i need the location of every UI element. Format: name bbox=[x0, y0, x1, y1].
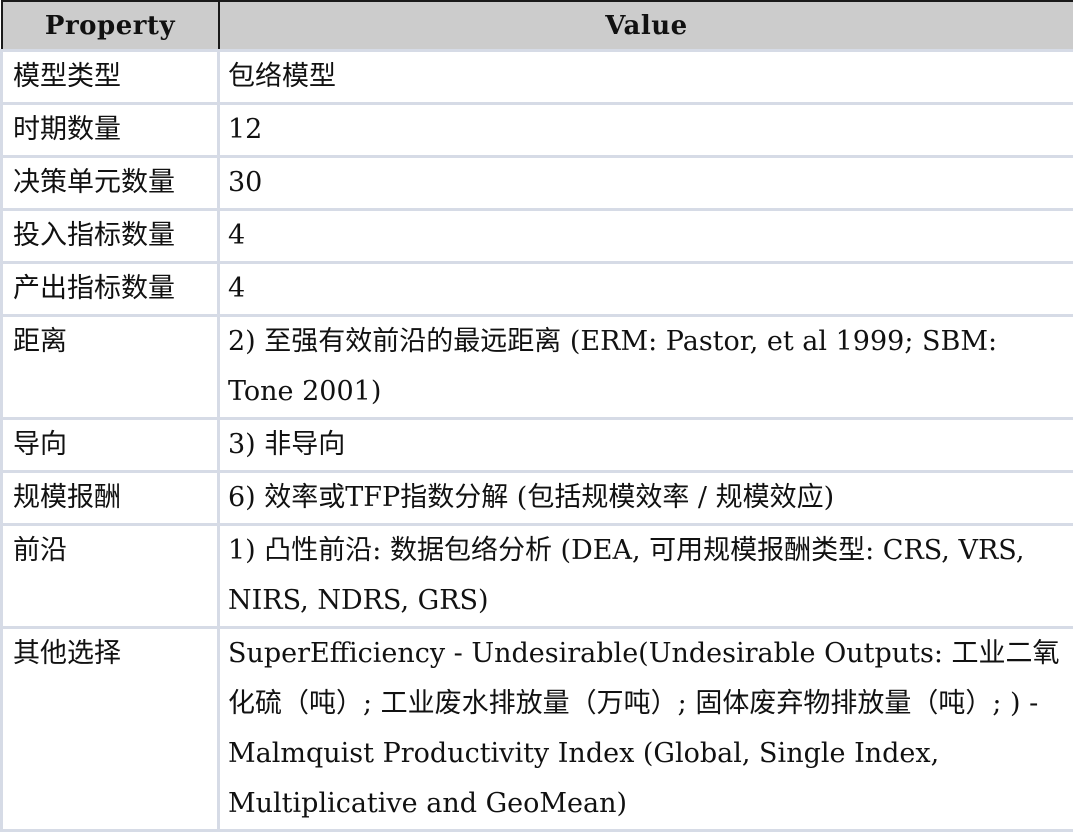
row-property: 导向 bbox=[2, 419, 219, 472]
row-value: 1) 凸性前沿: 数据包络分析 (DEA, 可用规模报酬类型: CRS, VRS… bbox=[219, 525, 1073, 628]
header-property: Property bbox=[2, 1, 219, 51]
table-row: 产出指标数量 4 bbox=[2, 263, 1073, 316]
table-row: 距离 2) 至强有效前沿的最远距离 (ERM: Pastor, et al 19… bbox=[2, 316, 1073, 419]
row-value: 4 bbox=[219, 210, 1073, 263]
table-row: 决策单元数量 30 bbox=[2, 157, 1073, 210]
row-property: 决策单元数量 bbox=[2, 157, 219, 210]
row-value: 12 bbox=[219, 104, 1073, 157]
row-value: 4 bbox=[219, 263, 1073, 316]
row-property: 模型类型 bbox=[2, 51, 219, 104]
row-value: 30 bbox=[219, 157, 1073, 210]
row-value: 3) 非导向 bbox=[219, 419, 1073, 472]
table-row: 前沿 1) 凸性前沿: 数据包络分析 (DEA, 可用规模报酬类型: CRS, … bbox=[2, 525, 1073, 628]
table-row: 导向 3) 非导向 bbox=[2, 419, 1073, 472]
table-row: 时期数量 12 bbox=[2, 104, 1073, 157]
row-value: SuperEfficiency - Undesirable(Undesirabl… bbox=[219, 628, 1073, 831]
table-header-row: Property Value bbox=[2, 1, 1073, 51]
row-property: 前沿 bbox=[2, 525, 219, 628]
row-property: 投入指标数量 bbox=[2, 210, 219, 263]
table-row: 规模报酬 6) 效率或TFP指数分解 (包括规模效率 / 规模效应) bbox=[2, 472, 1073, 525]
table-row: 其他选择 SuperEfficiency - Undesirable(Undes… bbox=[2, 628, 1073, 831]
table-row: 投入指标数量 4 bbox=[2, 210, 1073, 263]
row-property: 时期数量 bbox=[2, 104, 219, 157]
row-property: 规模报酬 bbox=[2, 472, 219, 525]
row-value: 包络模型 bbox=[219, 51, 1073, 104]
row-property: 距离 bbox=[2, 316, 219, 419]
row-property: 其他选择 bbox=[2, 628, 219, 831]
row-value: 6) 效率或TFP指数分解 (包括规模效率 / 规模效应) bbox=[219, 472, 1073, 525]
table-row: 模型类型 包络模型 bbox=[2, 51, 1073, 104]
property-value-table: Property Value 模型类型 包络模型 时期数量 12 决策单元数量 … bbox=[0, 0, 1073, 832]
row-property: 产出指标数量 bbox=[2, 263, 219, 316]
header-value: Value bbox=[219, 1, 1073, 51]
row-value: 2) 至强有效前沿的最远距离 (ERM: Pastor, et al 1999;… bbox=[219, 316, 1073, 419]
